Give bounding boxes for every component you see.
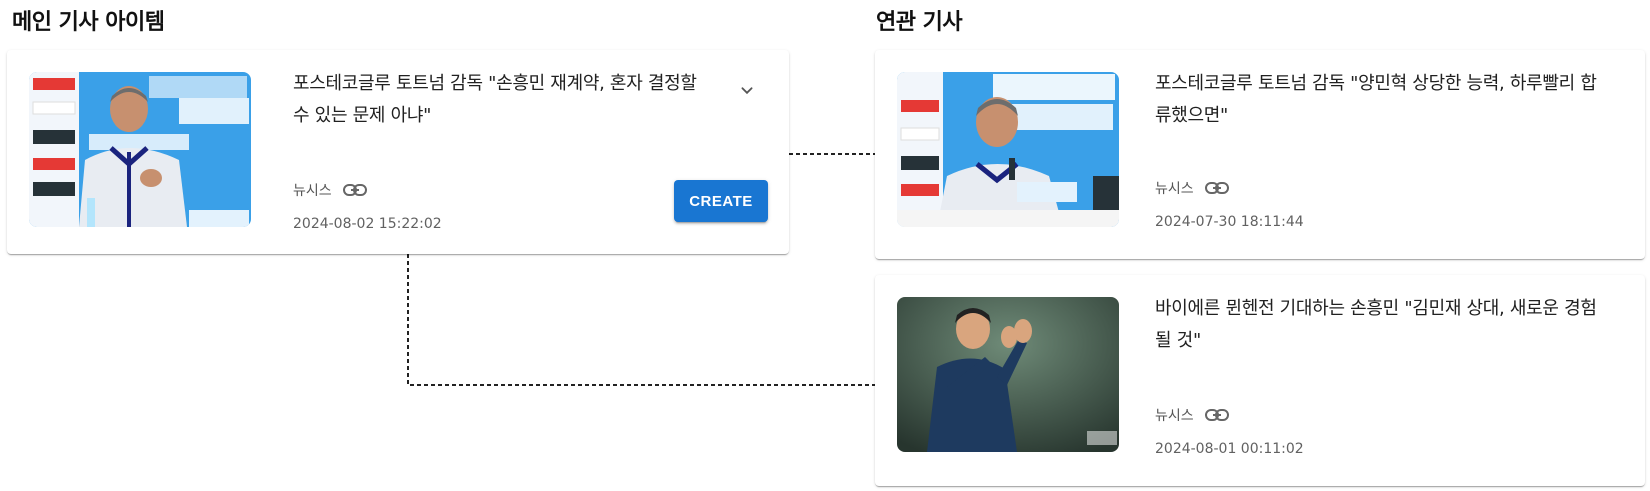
related-articles-section-title: 연관 기사 — [876, 10, 963, 35]
connector-line-main-to-related-2 — [407, 254, 875, 386]
link-icon[interactable] — [1204, 407, 1230, 423]
main-article-date: 2024-08-02 15:22:02 — [293, 216, 442, 232]
main-article-source-row: 뉴시스 — [293, 180, 368, 200]
main-article-source: 뉴시스 — [293, 183, 332, 199]
related-article-source: 뉴시스 — [1155, 408, 1194, 424]
press-conference-image — [29, 72, 251, 227]
create-button[interactable]: CREATE — [674, 180, 768, 222]
related-article-source-row: 뉴시스 — [1155, 178, 1230, 198]
link-icon[interactable] — [342, 182, 368, 198]
link-icon[interactable] — [1204, 180, 1230, 196]
related-article-thumbnail[interactable] — [897, 72, 1119, 227]
related-article-card[interactable]: 포스테코글루 토트넘 감독 "양민혁 상당한 능력, 하루빨리 합류했으면" 뉴… — [875, 50, 1645, 259]
chevron-down-icon[interactable] — [736, 80, 758, 102]
related-article-title[interactable]: 바이에른 뮌헨전 기대하는 손흥민 "김민재 상대, 새로운 경험 될 것" — [1155, 293, 1605, 357]
related-article-date: 2024-07-30 18:11:44 — [1155, 214, 1304, 230]
related-article-title[interactable]: 포스테코글루 토트넘 감독 "양민혁 상당한 능력, 하루빨리 합류했으면" — [1155, 68, 1605, 132]
related-article-source-row: 뉴시스 — [1155, 405, 1230, 425]
article-relations-view: 메인 기사 아이템 연관 기사 포스테코글루 토트넘 감독 "손흥민 재계약, … — [0, 0, 1650, 491]
main-article-thumbnail[interactable] — [29, 72, 251, 227]
related-article-thumbnail[interactable] — [897, 297, 1119, 452]
player-clapping-image — [897, 297, 1119, 452]
press-conference-image — [897, 72, 1119, 227]
related-article-card[interactable]: 바이에른 뮌헨전 기대하는 손흥민 "김민재 상대, 새로운 경험 될 것" 뉴… — [875, 275, 1645, 486]
related-article-date: 2024-08-01 00:11:02 — [1155, 441, 1304, 457]
main-article-card[interactable]: 포스테코글루 토트넘 감독 "손흥민 재계약, 혼자 결정할 수 있는 문제 아… — [7, 50, 789, 254]
related-article-source: 뉴시스 — [1155, 181, 1194, 197]
main-article-section-title: 메인 기사 아이템 — [12, 10, 165, 35]
main-article-title[interactable]: 포스테코글루 토트넘 감독 "손흥민 재계약, 혼자 결정할 수 있는 문제 아… — [293, 68, 713, 132]
